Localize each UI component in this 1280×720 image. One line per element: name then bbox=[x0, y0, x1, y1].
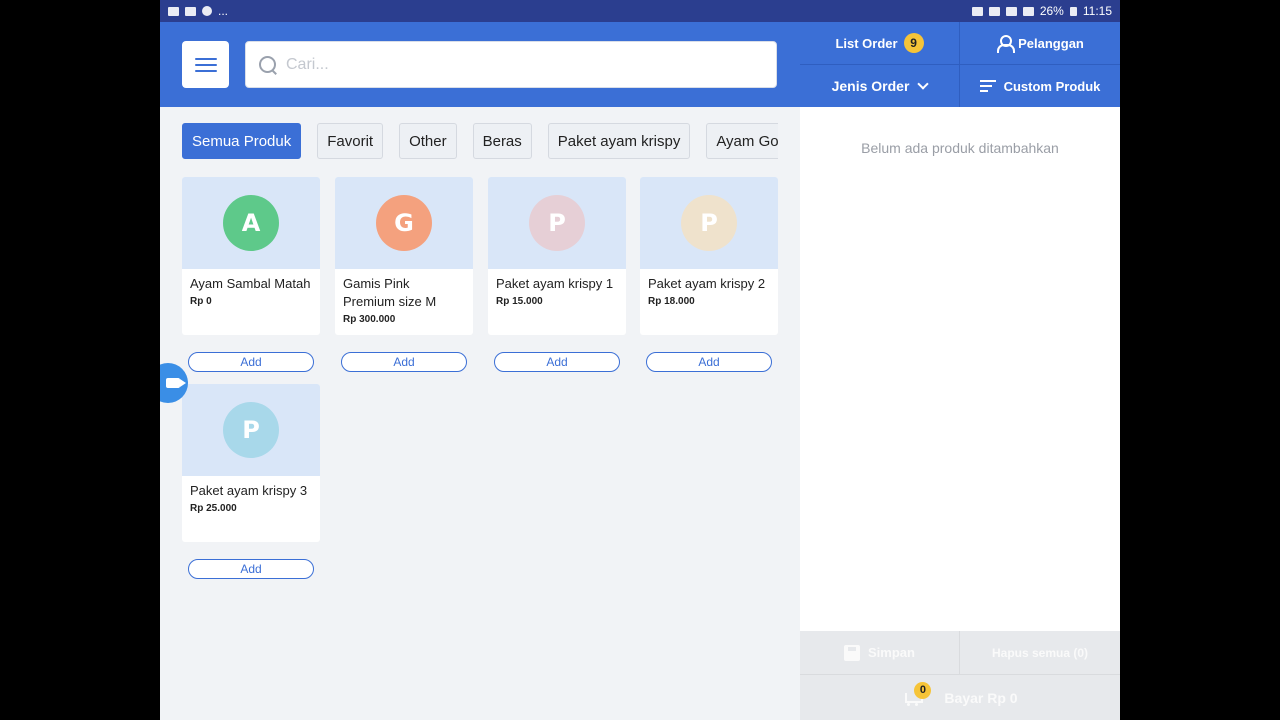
product-price: Rp 25.000 bbox=[190, 503, 237, 514]
clear-all-label: Hapus semua (0) bbox=[991, 645, 1089, 660]
product-avatar: P bbox=[681, 195, 737, 251]
search-box[interactable] bbox=[245, 41, 777, 88]
category-tab-fried-chicken[interactable]: Ayam Goreng bbox=[706, 123, 778, 159]
search-input[interactable] bbox=[286, 55, 766, 74]
product-card[interactable]: G Gamis Pink Premium size M Rp 300.000 bbox=[335, 177, 473, 335]
add-product-button[interactable]: Add bbox=[494, 352, 620, 372]
battery-level: 26% bbox=[1039, 4, 1064, 18]
product-thumbnail: P bbox=[640, 177, 778, 269]
cart-icon: 0 bbox=[902, 681, 932, 706]
category-tab-rice[interactable]: Beras bbox=[472, 123, 532, 159]
clock: 11:15 bbox=[1082, 4, 1112, 18]
hamburger-icon bbox=[194, 57, 217, 60]
order-panel-header: List Order 9 Pelanggan Jenis Order Custo… bbox=[800, 22, 1120, 107]
video-icon bbox=[185, 6, 196, 16]
save-icon bbox=[844, 644, 861, 661]
category-tab-favorite[interactable]: Favorit bbox=[317, 123, 384, 159]
custom-product-button[interactable]: Custom Produk bbox=[960, 65, 1120, 107]
cart-panel: Belum ada produk ditambahkan bbox=[800, 107, 1120, 631]
save-label: Simpan bbox=[868, 645, 915, 660]
cart-footer: Simpan Hapus semua (0) 0 Bayar Rp 0 bbox=[800, 631, 1120, 720]
category-tab-crispy-chicken[interactable]: Paket ayam krispy bbox=[547, 123, 691, 159]
battery-icon bbox=[1069, 6, 1077, 16]
chevron-down-icon bbox=[917, 78, 930, 90]
product-card[interactable]: P Paket ayam krispy 1 Rp 15.000 bbox=[488, 177, 626, 335]
add-product-button[interactable]: Add bbox=[341, 352, 467, 372]
product-thumbnail: A bbox=[182, 177, 320, 269]
hamburger-icon bbox=[194, 69, 217, 72]
pay-button[interactable]: 0 Bayar Rp 0 bbox=[800, 675, 1120, 720]
product-avatar: P bbox=[223, 402, 279, 458]
product-price: Rp 300.000 bbox=[343, 314, 396, 325]
top-bar bbox=[160, 22, 800, 107]
list-order-label: List Order bbox=[835, 35, 898, 51]
custom-product-label: Custom Produk bbox=[1003, 78, 1101, 94]
list-order-button[interactable]: List Order 9 bbox=[800, 22, 960, 65]
mute-icon bbox=[1005, 6, 1017, 16]
product-card[interactable]: P Paket ayam krispy 3 Rp 25.000 bbox=[182, 384, 320, 542]
product-avatar: G bbox=[376, 195, 432, 251]
video-camera-icon bbox=[166, 378, 186, 388]
product-thumbnail: P bbox=[182, 384, 320, 476]
app-screen: ... 26% 11:15 List Order 9 bbox=[160, 0, 1120, 720]
status-left: ... bbox=[168, 4, 228, 18]
product-price: Rp 0 bbox=[190, 296, 212, 307]
product-card[interactable]: P Paket ayam krispy 2 Rp 18.000 bbox=[640, 177, 778, 335]
product-price: Rp 15.000 bbox=[496, 296, 543, 307]
order-type-label: Jenis Order bbox=[831, 78, 910, 94]
add-product-button[interactable]: Add bbox=[188, 352, 314, 372]
cast-icon bbox=[988, 6, 1000, 16]
product-name: Ayam Sambal Matah bbox=[190, 276, 311, 291]
check-circle-icon bbox=[202, 6, 212, 16]
search-icon bbox=[258, 55, 278, 75]
product-thumbnail: P bbox=[488, 177, 626, 269]
product-price: Rp 18.000 bbox=[648, 296, 695, 307]
add-product-button[interactable]: Add bbox=[188, 559, 314, 579]
product-avatar: P bbox=[529, 195, 585, 251]
category-tabs: Semua Produk Favorit Other Beras Paket a… bbox=[182, 123, 778, 160]
edit-list-icon bbox=[979, 79, 998, 93]
order-type-dropdown[interactable]: Jenis Order bbox=[800, 65, 960, 107]
product-avatar: A bbox=[223, 195, 279, 251]
hamburger-icon bbox=[194, 63, 217, 66]
add-product-button[interactable]: Add bbox=[646, 352, 772, 372]
customer-label: Pelanggan bbox=[1018, 35, 1084, 51]
menu-button[interactable] bbox=[182, 41, 229, 88]
status-right: 26% 11:15 bbox=[971, 4, 1112, 18]
customer-button[interactable]: Pelanggan bbox=[960, 22, 1120, 65]
product-card[interactable]: A Ayam Sambal Matah Rp 0 bbox=[182, 177, 320, 335]
clear-all-button[interactable]: Hapus semua (0) bbox=[960, 631, 1120, 675]
product-thumbnail: G bbox=[335, 177, 473, 269]
category-tab-all[interactable]: Semua Produk bbox=[182, 123, 302, 159]
user-icon bbox=[996, 35, 1016, 53]
sim-icon bbox=[971, 6, 983, 16]
category-tab-other[interactable]: Other bbox=[399, 123, 457, 159]
product-name: Paket ayam krispy 3 bbox=[190, 483, 308, 498]
product-name: Paket ayam krispy 1 bbox=[496, 276, 614, 291]
cart-empty-message: Belum ada produk ditambahkan bbox=[861, 140, 1059, 156]
save-button[interactable]: Simpan bbox=[800, 631, 960, 675]
video-icon bbox=[168, 6, 179, 16]
wifi-icon bbox=[1022, 6, 1034, 16]
cart-count-badge: 0 bbox=[914, 681, 932, 699]
pay-label: Bayar Rp 0 bbox=[944, 689, 1018, 706]
order-count-badge: 9 bbox=[903, 33, 924, 53]
status-bar: ... 26% 11:15 bbox=[160, 0, 1120, 22]
status-more: ... bbox=[218, 4, 229, 18]
product-name: Gamis Pink Premium size M bbox=[343, 276, 437, 309]
product-name: Paket ayam krispy 2 bbox=[648, 276, 766, 291]
